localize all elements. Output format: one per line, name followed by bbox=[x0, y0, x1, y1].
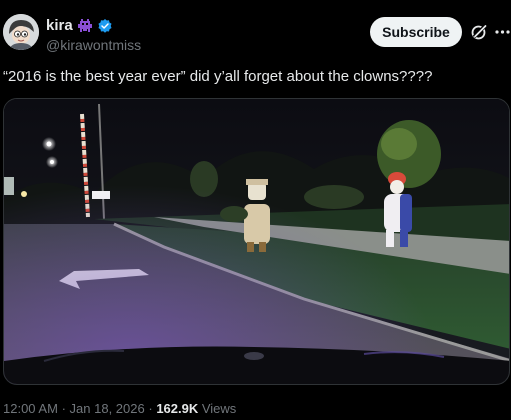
author-handle[interactable]: @kirawontmiss bbox=[46, 37, 141, 53]
tweet-date[interactable]: Jan 18, 2026 bbox=[70, 401, 145, 416]
grok-icon[interactable] bbox=[469, 22, 489, 42]
author-name-row[interactable]: kira bbox=[46, 17, 113, 34]
meta-separator: · bbox=[61, 401, 66, 416]
alien-monster-emoji-icon bbox=[77, 18, 93, 34]
post-card: kira @kirawontmiss Subscribe “2016 is th… bbox=[0, 0, 511, 420]
tweet-meta: 12:00 AM · Jan 18, 2026 · 162.9K Views bbox=[3, 401, 236, 416]
tweet-text: “2016 is the best year ever” did y’all f… bbox=[3, 68, 433, 85]
verified-badge-icon[interactable] bbox=[97, 18, 113, 34]
tweet-time[interactable]: 12:00 AM bbox=[3, 401, 58, 416]
views-count[interactable]: 162.9K bbox=[156, 401, 198, 416]
cartoon-avatar-icon bbox=[3, 14, 39, 50]
avatar[interactable] bbox=[3, 14, 39, 50]
tweet-media[interactable] bbox=[3, 98, 510, 385]
more-options-icon[interactable] bbox=[494, 22, 511, 42]
display-name[interactable]: kira bbox=[46, 17, 73, 34]
dashcam-photo-image bbox=[4, 99, 509, 384]
subscribe-button[interactable]: Subscribe bbox=[370, 17, 462, 47]
meta-separator-2: · bbox=[148, 401, 153, 416]
views-label: Views bbox=[201, 401, 237, 416]
